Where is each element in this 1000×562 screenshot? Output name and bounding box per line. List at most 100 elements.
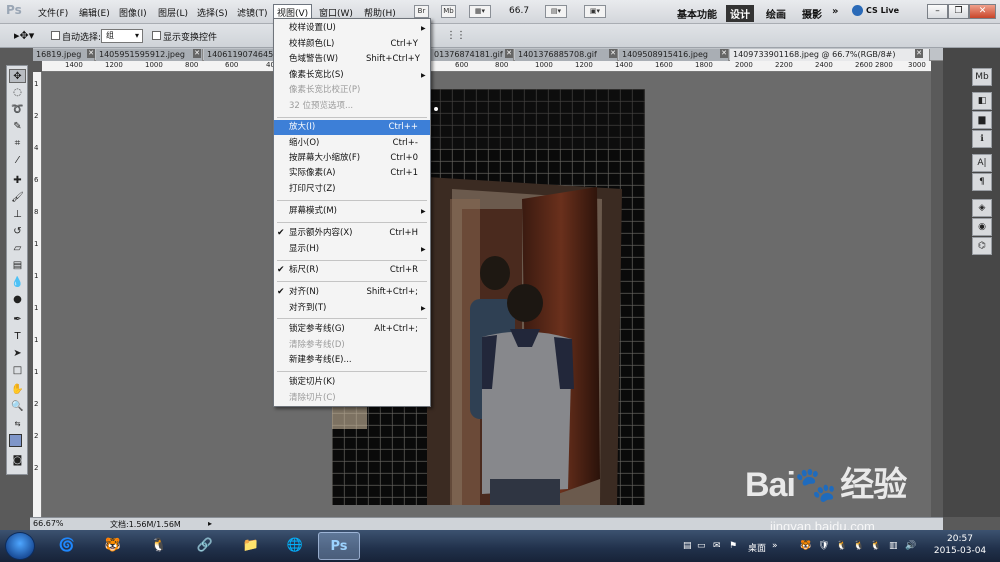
channels-panel-icon[interactable]: ◉ — [972, 218, 992, 236]
character-panel-icon[interactable]: A| — [972, 154, 992, 172]
workspace-more-icon[interactable]: » — [828, 5, 842, 18]
clone-stamp-tool-icon[interactable]: ⊥ — [9, 208, 26, 222]
tray-network-icon[interactable]: ▥ — [889, 541, 898, 551]
tray-qq-icon-2[interactable]: 🐧 — [853, 541, 864, 551]
tab-doc-1[interactable]: 16819.jpeg — [33, 49, 95, 61]
crop-tool-icon[interactable]: ⌗ — [9, 137, 26, 151]
menu-item-show[interactable]: 显示(H) ▶ — [274, 242, 430, 257]
tab-doc-2[interactable]: 1405951595912.jpeg — [96, 49, 203, 61]
hand-tool-icon[interactable]: ✋ — [9, 383, 26, 397]
blur-tool-icon[interactable]: 💧 — [9, 276, 26, 290]
paths-panel-icon[interactable]: ⌬ — [972, 237, 992, 255]
workspace-essentials[interactable]: 基本功能 — [673, 5, 721, 22]
lasso-tool-icon[interactable]: ➰ — [9, 103, 26, 117]
menu-item-print-size[interactable]: 打印尺寸(Z) — [274, 182, 430, 197]
browser-icon[interactable]: 🌐 — [274, 532, 316, 560]
cs-live-button[interactable]: CS Live — [866, 6, 899, 15]
menu-item-screen-mode[interactable]: 屏幕模式(M) ▶ — [274, 204, 430, 219]
menu-item-lock-guides[interactable]: 锁定参考线(G) Alt+Ctrl+; — [274, 322, 430, 337]
photoshop-taskbar-button[interactable]: Ps — [318, 532, 360, 560]
menu-layer[interactable]: 图层(L) — [155, 5, 191, 20]
menu-item-snap-to[interactable]: 对齐到(T) ▶ — [274, 301, 430, 316]
menu-item-zoom-in[interactable]: 放大(I) Ctrl++ — [274, 120, 430, 135]
bridge-button[interactable]: Br — [414, 5, 429, 18]
auto-select-dropdown[interactable]: 组 ▾ — [101, 29, 143, 43]
status-zoom[interactable]: 66.67% — [33, 519, 64, 528]
healing-brush-tool-icon[interactable]: ✚ — [9, 174, 26, 188]
brush-tool-icon[interactable]: 🖌 — [9, 191, 26, 205]
close-icon[interactable]: ✕ — [609, 49, 617, 58]
menu-filter[interactable]: 滤镜(T) — [234, 5, 271, 20]
screen-mode-icon[interactable]: ▣▾ — [584, 5, 606, 18]
quick-select-tool-icon[interactable]: ✎ — [9, 120, 26, 134]
gradient-tool-icon[interactable]: ▤ — [9, 259, 26, 273]
eraser-tool-icon[interactable]: ▱ — [9, 242, 26, 256]
view-extras-icon[interactable]: ▦▾ — [469, 5, 491, 18]
foreground-color-swatch[interactable] — [9, 434, 22, 447]
menu-file[interactable]: 文件(F) — [35, 5, 71, 20]
type-tool-icon[interactable]: T — [9, 330, 26, 344]
tray-pdf-icon[interactable]: ▤ — [683, 541, 692, 551]
tray-shield-icon[interactable]: 🛡 — [818, 541, 829, 551]
minibridge-button[interactable]: Mb — [441, 5, 456, 18]
horizontal-ruler[interactable]: 1400 1200 1000 800 600 400 200 0 200 400… — [42, 61, 931, 72]
tray-mail-icon[interactable]: ✉ — [713, 541, 721, 551]
sogou-browser-icon[interactable]: 🌀 — [46, 532, 88, 560]
auto-select-checkbox[interactable] — [51, 31, 60, 40]
menu-item-snap[interactable]: ✔ 对齐(N) Shift+Ctrl+; — [274, 285, 430, 300]
vertical-ruler[interactable]: 1 2 4 6 8 1 1 1 1 1 2 2 2 — [33, 72, 42, 517]
minimize-button[interactable]: – — [927, 4, 948, 19]
tray-qq-icon-3[interactable]: 🐧 — [870, 541, 881, 551]
menu-item-gamut-warning[interactable]: 色域警告(W) Shift+Ctrl+Y — [274, 52, 430, 67]
menu-item-proof-setup[interactable]: 校样设置(U) ▶ — [274, 21, 430, 36]
layers-panel-icon[interactable]: ◈ — [972, 199, 992, 217]
move-tool-icon[interactable]: ✥ — [9, 69, 26, 83]
file-explorer-icon[interactable]: 📁 — [230, 532, 272, 560]
system-clock[interactable]: 20:57 2015-03-04 — [925, 533, 995, 557]
menu-item-rulers[interactable]: ✔ 标尺(R) Ctrl+R — [274, 263, 430, 278]
swap-colors-icon[interactable]: ⇆ — [9, 417, 26, 431]
align-distribute-icon[interactable]: ⋮⋮ — [446, 30, 466, 41]
desktop-label[interactable]: 桌面 — [748, 541, 766, 554]
tray-monitor-icon[interactable]: ▭ — [697, 541, 706, 551]
menu-item-lock-slices[interactable]: 锁定切片(K) — [274, 375, 430, 390]
menu-image[interactable]: 图像(I) — [116, 5, 150, 20]
close-icon[interactable]: ✕ — [193, 49, 201, 58]
restore-button[interactable]: ❐ — [948, 4, 969, 19]
close-icon[interactable]: ✕ — [87, 49, 95, 58]
navigator-panel-icon[interactable]: ◧ — [972, 92, 992, 110]
workspace-photography[interactable]: 摄影 — [798, 5, 826, 22]
zoom-tool-icon[interactable]: 🔍 — [9, 400, 26, 414]
dodge-tool-icon[interactable]: ● — [9, 293, 26, 307]
paragraph-panel-icon[interactable]: ¶ — [972, 173, 992, 191]
close-icon[interactable]: ✕ — [505, 49, 513, 58]
menu-item-proof-colors[interactable]: 校样颜色(L) Ctrl+Y — [274, 37, 430, 52]
menu-item-fit-on-screen[interactable]: 按屏幕大小缩放(F) Ctrl+0 — [274, 151, 430, 166]
start-button[interactable] — [5, 532, 35, 560]
show-transform-checkbox[interactable] — [152, 31, 161, 40]
marquee-tool-icon[interactable]: ◌ — [9, 86, 26, 100]
history-brush-tool-icon[interactable]: ↺ — [9, 225, 26, 239]
arrange-docs-icon[interactable]: ▤▾ — [545, 5, 567, 18]
tray-qq-icon[interactable]: 🐧 — [836, 541, 847, 551]
tab-doc-3[interactable]: 1406119074645 — [204, 49, 274, 61]
menu-item-actual-pixels[interactable]: 实际像素(A) Ctrl+1 — [274, 166, 430, 181]
menu-item-pixel-aspect[interactable]: 像素长宽比(S) ▶ — [274, 68, 430, 83]
tab-doc-active[interactable]: 1409733901168.jpeg @ 66.7%(RGB/8#) — [730, 49, 930, 61]
network-app-icon[interactable]: 🔗 — [184, 532, 226, 560]
menu-item-zoom-out[interactable]: 缩小(O) Ctrl+- — [274, 136, 430, 151]
menu-select[interactable]: 选择(S) — [194, 5, 231, 20]
tab-doc-4[interactable]: 01376874181.gif — [431, 49, 514, 61]
tray-app-icon[interactable]: 🐯 — [800, 541, 811, 551]
close-button[interactable]: ✕ — [969, 4, 996, 19]
eyedropper-tool-icon[interactable]: ⁄ — [9, 154, 26, 168]
shape-tool-icon[interactable]: □ — [9, 364, 26, 378]
menu-item-new-guide[interactable]: 新建参考线(E)... — [274, 353, 430, 368]
canvas-area[interactable] — [42, 72, 931, 517]
info-panel-icon[interactable]: ℹ — [972, 130, 992, 148]
workspace-painting[interactable]: 绘画 — [762, 5, 790, 22]
status-arrow-icon[interactable]: ▸ — [208, 519, 212, 528]
menu-edit[interactable]: 编辑(E) — [76, 5, 113, 20]
zoom-level[interactable]: 66.7 — [509, 6, 529, 16]
quick-mask-icon[interactable]: ◙ — [9, 454, 26, 468]
